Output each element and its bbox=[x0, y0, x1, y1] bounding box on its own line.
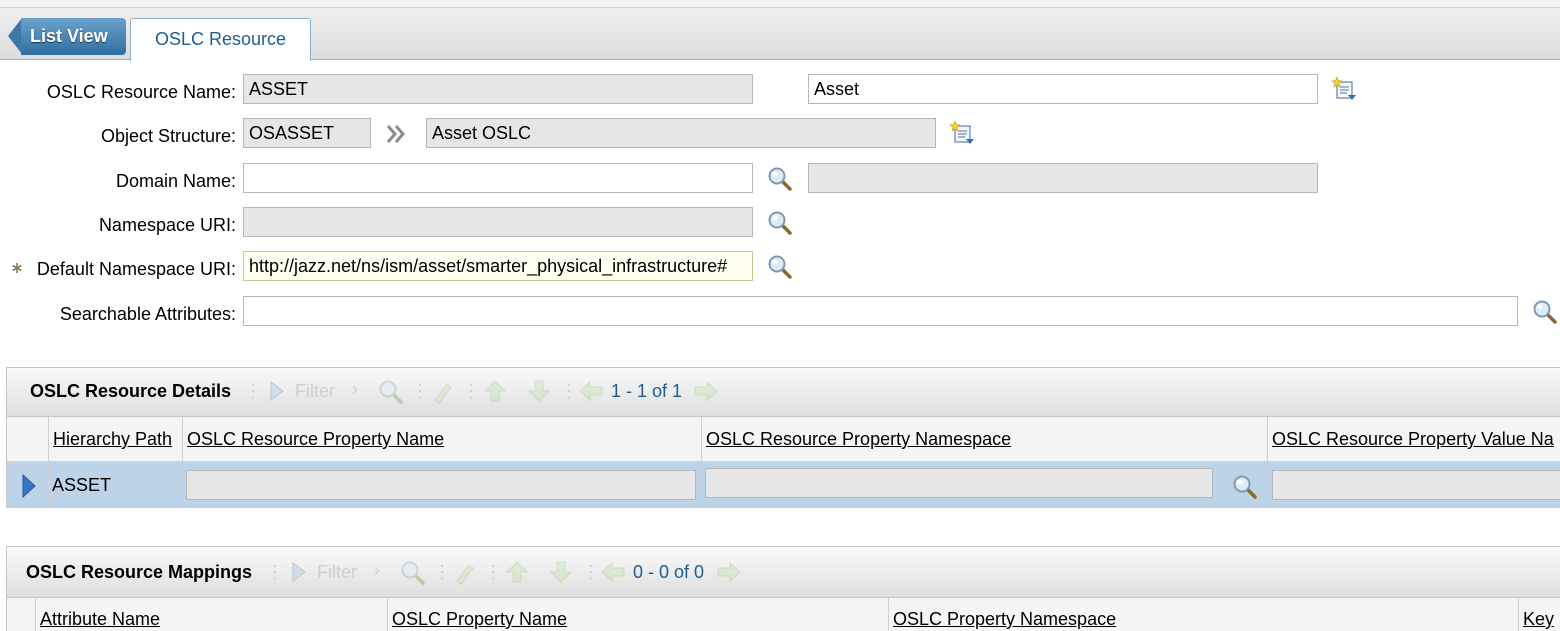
row-hierarchy-path: ASSET bbox=[52, 475, 112, 495]
magnifier-icon[interactable] bbox=[1232, 474, 1258, 500]
magnifier-icon[interactable] bbox=[1532, 299, 1558, 325]
list-view-button[interactable]: List View bbox=[8, 18, 126, 55]
tab-oslc-resource[interactable]: OSLC Resource bbox=[130, 18, 311, 61]
filter-arrow-icon[interactable] bbox=[290, 560, 308, 584]
property-value-name-field[interactable] bbox=[1272, 470, 1560, 500]
magnifier-icon[interactable] bbox=[767, 254, 793, 280]
namespace-uri-label: Namespace URI: bbox=[98, 215, 236, 235]
magnifier-icon[interactable] bbox=[378, 379, 404, 405]
resource-name-field[interactable]: ASSET bbox=[243, 74, 753, 104]
chevron-right-icon: › bbox=[352, 379, 358, 399]
toolbar-divider: ⋮ bbox=[462, 381, 480, 401]
mappings-header-row bbox=[6, 598, 1560, 631]
column-attribute-name[interactable]: Attribute Name bbox=[40, 607, 160, 631]
move-down-icon[interactable] bbox=[548, 559, 574, 585]
toolbar-divider: ⋮ bbox=[582, 562, 600, 582]
next-page-icon[interactable] bbox=[693, 379, 719, 403]
previous-page-icon[interactable] bbox=[600, 560, 626, 584]
toolbar-divider: ⋮ bbox=[411, 381, 429, 401]
namespace-uri-field[interactable] bbox=[243, 207, 753, 237]
column-key[interactable]: Key bbox=[1523, 607, 1554, 631]
column-property-namespace[interactable]: OSLC Resource Property Namespace bbox=[706, 427, 1011, 451]
resource-name-label: OSLC Resource Name: bbox=[46, 82, 236, 102]
column-oslc-property-name[interactable]: OSLC Property Name bbox=[392, 607, 567, 631]
previous-page-icon[interactable] bbox=[578, 379, 604, 403]
toolbar-divider: ⋮ bbox=[244, 381, 262, 401]
toolbar-divider: ⋮ bbox=[484, 562, 502, 582]
column-oslc-property-namespace[interactable]: OSLC Property Namespace bbox=[893, 607, 1116, 631]
default-namespace-uri-field[interactable]: http://jazz.net/ns/ism/asset/smarter_phy… bbox=[243, 251, 753, 281]
magnifier-icon[interactable] bbox=[767, 210, 793, 236]
object-structure-field[interactable]: OSASSET bbox=[243, 118, 371, 148]
searchable-attributes-field[interactable] bbox=[243, 296, 1518, 326]
column-property-name[interactable]: OSLC Resource Property Name bbox=[187, 427, 444, 451]
default-namespace-uri-label: Default Namespace URI: bbox=[36, 259, 236, 279]
magnifier-icon[interactable] bbox=[400, 560, 426, 586]
property-name-field[interactable] bbox=[186, 470, 696, 500]
details-table-title: OSLC Resource Details bbox=[30, 381, 232, 401]
filter-arrow-icon[interactable] bbox=[268, 379, 286, 403]
row-details-expand-icon[interactable] bbox=[20, 473, 38, 499]
clear-filter-icon[interactable] bbox=[430, 379, 456, 405]
next-page-icon[interactable] bbox=[716, 560, 742, 584]
resource-description-field[interactable]: Asset bbox=[808, 74, 1318, 104]
property-namespace-field[interactable] bbox=[705, 468, 1213, 498]
detail-menu-icon[interactable] bbox=[384, 121, 410, 147]
clear-filter-icon[interactable] bbox=[452, 560, 478, 586]
mappings-filter-label[interactable]: Filter bbox=[317, 560, 357, 584]
mappings-pagination: 0 - 0 of 0 bbox=[633, 562, 705, 582]
searchable-attributes-label: Searchable Attributes: bbox=[59, 304, 236, 324]
long-description-icon[interactable] bbox=[1331, 76, 1357, 102]
details-filter-label[interactable]: Filter bbox=[295, 379, 335, 403]
chevron-right-icon: › bbox=[374, 560, 380, 580]
toolbar-divider: ⋮ bbox=[266, 562, 284, 582]
details-table-toolbar bbox=[6, 367, 1560, 417]
domain-name-label: Domain Name: bbox=[115, 171, 236, 191]
domain-name-field[interactable] bbox=[243, 163, 753, 193]
details-pagination: 1 - 1 of 1 bbox=[611, 381, 683, 401]
column-property-value-name[interactable]: OSLC Resource Property Value Na bbox=[1272, 427, 1554, 451]
top-border bbox=[0, 0, 1560, 8]
move-down-icon[interactable] bbox=[526, 378, 552, 404]
domain-description-field[interactable] bbox=[808, 163, 1318, 193]
magnifier-icon[interactable] bbox=[767, 166, 793, 192]
object-structure-label: Object Structure: bbox=[100, 126, 236, 146]
long-description-icon[interactable] bbox=[949, 120, 975, 146]
column-hierarchy-path[interactable]: Hierarchy Path bbox=[53, 427, 172, 451]
toolbar-divider: ⋮ bbox=[433, 562, 451, 582]
list-view-label: List View bbox=[21, 18, 126, 55]
move-up-icon[interactable] bbox=[504, 559, 530, 585]
toolbar-divider: ⋮ bbox=[560, 381, 578, 401]
mappings-table-title: OSLC Resource Mappings bbox=[26, 562, 253, 582]
object-structure-description-field[interactable]: Asset OSLC bbox=[426, 118, 936, 148]
move-up-icon[interactable] bbox=[482, 378, 508, 404]
